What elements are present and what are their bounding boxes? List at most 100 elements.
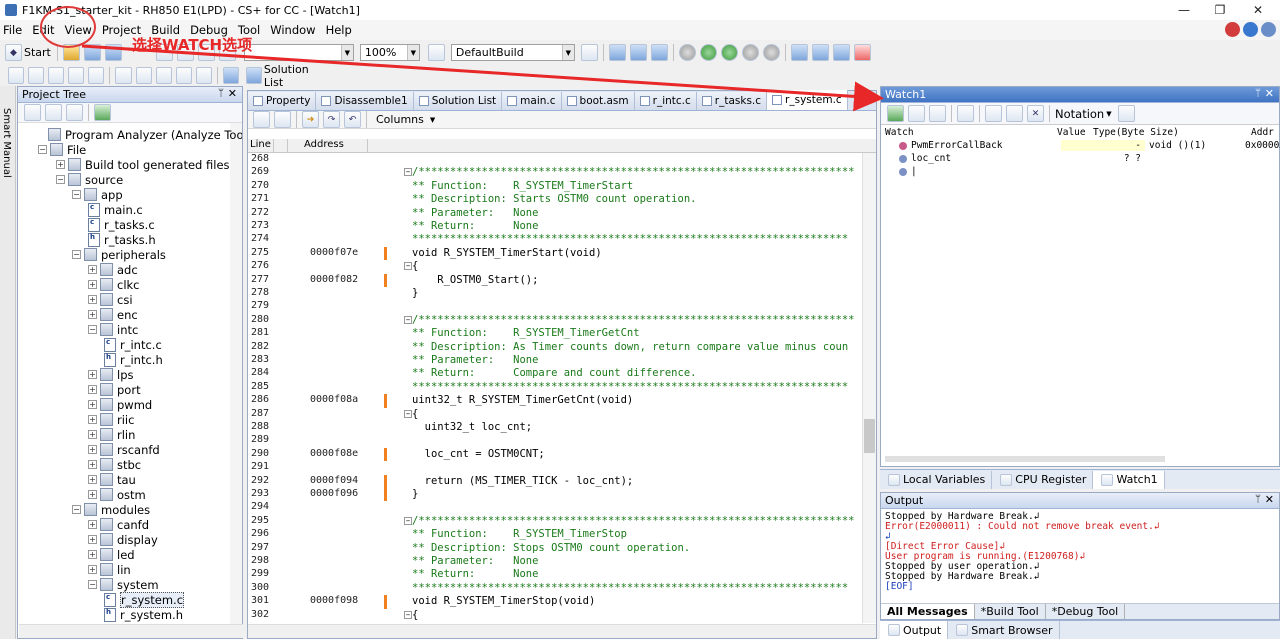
tree-node[interactable]: + riic: [88, 412, 134, 427]
code-line[interactable]: 274 *************************************…: [248, 233, 862, 246]
bookmark-prev-icon[interactable]: [48, 67, 65, 84]
indent-icon[interactable]: [115, 67, 132, 84]
time-icon[interactable]: [45, 104, 62, 121]
tree-node[interactable]: + clkc: [88, 277, 140, 292]
tree-node[interactable]: c r_tasks.c: [88, 217, 155, 232]
code-line[interactable]: 270 ** Function: R_SYSTEM_TimerStart: [248, 180, 862, 193]
tree-node[interactable]: h r_system.h: [104, 607, 183, 622]
code-line[interactable]: 292 0000f094 return (MS_TIMER_TICK - loc_…: [248, 474, 862, 488]
tree-node[interactable]: + Build tool generated files: [56, 157, 230, 172]
tree-node[interactable]: c r_intc.c: [104, 337, 162, 352]
save-all-icon[interactable]: [104, 44, 122, 61]
edit-icon[interactable]: [1006, 105, 1023, 122]
code-line[interactable]: 300 *************************************…: [248, 582, 862, 595]
watch-row[interactable]: PwmErrorCallBack-void ()(1)0x0000A: [881, 139, 1280, 152]
scroll-thumb[interactable]: [864, 419, 875, 453]
tree-node[interactable]: + adc: [88, 262, 138, 277]
tab-smart-browser[interactable]: Smart Browser: [948, 621, 1060, 639]
step-out-icon[interactable]: [832, 44, 850, 61]
tree-node[interactable]: Program Analyzer (Analyze Tool: [48, 127, 242, 142]
code-line[interactable]: 280 /************************************…: [248, 314, 862, 327]
tree-node[interactable]: c main.c: [88, 202, 143, 217]
maximize-button[interactable]: ❐: [1202, 0, 1238, 20]
tree-node[interactable]: + lps: [88, 367, 134, 382]
new-category-icon[interactable]: [985, 105, 1002, 122]
tab-solution-list[interactable]: Solution List: [413, 92, 503, 110]
tree-node[interactable]: h r_tasks.h: [88, 232, 156, 247]
tree-node[interactable]: − File: [38, 142, 86, 157]
watch-scrollbar[interactable]: [885, 456, 1165, 462]
tab-cpu-register[interactable]: CPU Register: [992, 470, 1094, 489]
menu-file[interactable]: File: [0, 23, 25, 37]
tree-node[interactable]: + pwmd: [88, 397, 152, 412]
tab-r-tasks-c[interactable]: r_tasks.c: [696, 92, 768, 110]
tab-build-tool[interactable]: *Build Tool: [975, 604, 1046, 619]
step-back-icon[interactable]: [762, 44, 780, 61]
delete-icon[interactable]: ✕: [1027, 105, 1044, 122]
code-line[interactable]: 268: [248, 153, 862, 166]
save-icon[interactable]: [83, 44, 101, 61]
expand-icon[interactable]: +: [88, 490, 97, 499]
redo-icon[interactable]: ↷: [323, 111, 340, 128]
watch-row[interactable]: |: [881, 165, 1279, 178]
code-line[interactable]: 272 ** Parameter: None: [248, 207, 862, 220]
fold-icon[interactable]: −: [404, 315, 412, 324]
tree-node[interactable]: + rlin: [88, 427, 135, 442]
tree-node[interactable]: − source: [56, 172, 123, 187]
expand-icon[interactable]: +: [88, 400, 97, 409]
undo-icon[interactable]: ↶: [344, 111, 361, 128]
code-line[interactable]: 282 ** Description: As Timer counts down,…: [248, 341, 862, 354]
disconnect-icon[interactable]: [853, 44, 871, 61]
collapse-icon[interactable]: −: [38, 145, 47, 154]
pin-icon[interactable]: ᛘ: [1255, 494, 1261, 505]
code-line[interactable]: 286 0000f08a uint32_t R_SYSTEM_TimerGetCnt…: [248, 394, 862, 408]
user-icon[interactable]: [66, 104, 83, 121]
code-line[interactable]: 302 {: [248, 609, 862, 622]
tree-node[interactable]: − modules: [72, 502, 150, 517]
feedback-icon[interactable]: [1225, 22, 1240, 37]
hex-icon[interactable]: [1117, 105, 1135, 122]
info-icon[interactable]: [1261, 22, 1276, 37]
search-combo[interactable]: ▼: [243, 44, 354, 61]
expand-icon[interactable]: +: [88, 520, 97, 529]
expand-icon[interactable]: +: [88, 430, 97, 439]
go-from-reset-icon[interactable]: [720, 44, 738, 61]
collapse-icon[interactable]: −: [56, 175, 65, 184]
code-line[interactable]: 293 0000f096}: [248, 488, 862, 502]
tab-property[interactable]: Property: [248, 92, 317, 110]
tree-node[interactable]: + canfd: [88, 517, 149, 532]
expand-icon[interactable]: +: [88, 535, 97, 544]
code-line[interactable]: 299 ** Return: None: [248, 568, 862, 581]
tree-horizontal-scrollbar[interactable]: [19, 624, 243, 638]
code-line[interactable]: 298 ** Parameter: None: [248, 555, 862, 568]
collapse-icon[interactable]: −: [88, 580, 97, 589]
tree-node[interactable]: + ostm: [88, 487, 146, 502]
close-button[interactable]: ✕: [1240, 0, 1276, 20]
collapse-icon[interactable]: −: [72, 190, 81, 199]
fold-icon[interactable]: −: [404, 409, 412, 418]
outdent-icon[interactable]: [135, 67, 152, 84]
tree-node[interactable]: + port: [88, 382, 141, 397]
collapse-icon[interactable]: −: [72, 250, 81, 259]
pin-icon[interactable]: ᛘ: [218, 88, 224, 99]
restart-icon[interactable]: [741, 44, 759, 61]
help-icon[interactable]: [1243, 22, 1258, 37]
reset-icon[interactable]: [650, 44, 668, 61]
code-line[interactable]: 289: [248, 434, 862, 447]
zoom-combo[interactable]: 100% ▼: [359, 44, 420, 61]
tree-node[interactable]: + rscanfd: [88, 442, 160, 457]
tab-local-variables[interactable]: Local Variables: [880, 470, 993, 489]
tree-node[interactable]: h r_intc.h: [104, 352, 163, 367]
tab-main-c[interactable]: main.c: [502, 92, 562, 110]
fold-icon[interactable]: −: [404, 516, 412, 525]
menu-help[interactable]: Help: [323, 23, 355, 37]
solution-list-button[interactable]: Solution List: [241, 63, 330, 89]
code-line[interactable]: 287 {: [248, 408, 862, 421]
expand-icon[interactable]: +: [88, 565, 97, 574]
refresh-icon[interactable]: [887, 105, 904, 122]
format-icon[interactable]: [195, 67, 212, 84]
tree-node[interactable]: + enc: [88, 307, 138, 322]
code-line[interactable]: 269 /************************************…: [248, 166, 862, 179]
tree-node[interactable]: + led: [88, 547, 135, 562]
mixed-mode-icon[interactable]: [274, 111, 291, 128]
